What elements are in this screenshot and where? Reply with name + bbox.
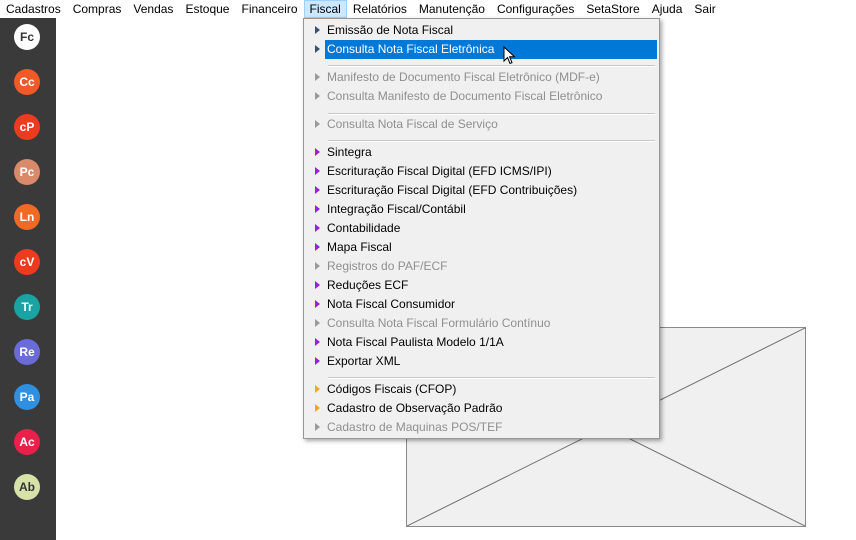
shortcut-sidebar: Fc Cc cP Pc Ln cV Tr Re Pa Ac Ab [0,18,56,540]
menu-ajuda[interactable]: Ajuda [646,0,689,18]
arrow-purple-icon [315,262,320,270]
menu-separator [328,377,655,379]
menu-item-exportar-xml[interactable]: Exportar XML [307,352,657,371]
arrow-purple-icon [315,281,320,289]
menu-item-label: Reduções ECF [327,278,409,292]
menu-item-codigos-fiscais-cfop[interactable]: Códigos Fiscais (CFOP) [307,380,657,399]
shortcut-button-pa[interactable]: Pa [14,384,40,410]
menu-item-label: Códigos Fiscais (CFOP) [327,382,457,396]
menu-item-label: Consulta Nota Fiscal Formulário Contínuo [327,316,551,330]
arrow-gray-icon [315,92,320,100]
arrow-gray-icon [315,73,320,81]
menu-item-label: Manifesto de Documento Fiscal Eletrônico… [327,70,600,84]
menu-item-manifesto-de-documento-fiscal-eletronico-mdf-e: Manifesto de Documento Fiscal Eletrônico… [307,68,657,87]
menu-item-nota-fiscal-consumidor[interactable]: Nota Fiscal Consumidor [307,295,657,314]
arrow-purple-icon [315,148,320,156]
menu-item-sintegra[interactable]: Sintegra [307,143,657,162]
arrow-orange-icon [315,404,320,412]
menu-vendas[interactable]: Vendas [127,0,179,18]
menu-separator [328,140,655,142]
menu-item-integracao-fiscal-contabil[interactable]: Integração Fiscal/Contábil [307,200,657,219]
menu-item-registros-do-paf-ecf: Registros do PAF/ECF [307,257,657,276]
menu-item-label: Escrituração Fiscal Digital (EFD ICMS/IP… [327,164,552,178]
menu-item-label: Consulta Nota Fiscal Eletrônica [327,42,495,56]
menu-item-label: Nota Fiscal Consumidor [327,297,456,311]
menu-item-label: Integração Fiscal/Contábil [327,202,466,216]
menu-sair[interactable]: Sair [688,0,721,18]
arrow-purple-icon [315,300,320,308]
menu-financeiro[interactable]: Financeiro [235,0,303,18]
menu-item-consulta-manifesto-de-documento-fiscal-eletronico: Consulta Manifesto de Documento Fiscal E… [307,87,657,106]
fiscal-dropdown-menu: Emissão de Nota Fiscal Consulta Nota Fisc… [303,18,660,439]
menu-manutencao[interactable]: Manutenção [413,0,491,18]
menu-cadastros[interactable]: Cadastros [0,0,67,18]
menu-item-label: Exportar XML [327,354,401,368]
menu-item-reducoes-ecf[interactable]: Reduções ECF [307,276,657,295]
menu-item-label: Registros do PAF/ECF [327,259,448,273]
arrow-gray-icon [315,319,320,327]
shortcut-button-ln[interactable]: Ln [14,204,40,230]
menu-item-cadastro-de-observacao-padrao[interactable]: Cadastro de Observação Padrão [307,399,657,418]
menu-compras[interactable]: Compras [67,0,128,18]
menu-item-contabilidade[interactable]: Contabilidade [307,219,657,238]
menu-item-cadastro-de-maquinas-pos-tef: Cadastro de Maquinas POS/TEF [307,418,657,437]
shortcut-button-ac[interactable]: Ac [14,429,40,455]
menu-item-mapa-fiscal[interactable]: Mapa Fiscal [307,238,657,257]
arrow-gray-icon [315,120,320,128]
arrow-blue-icon [315,45,320,53]
menu-configuracoes[interactable]: Configurações [491,0,580,18]
menu-item-label: Mapa Fiscal [327,240,392,254]
arrow-purple-icon [315,357,320,365]
arrow-purple-icon [315,186,320,194]
menu-item-label: Cadastro de Observação Padrão [327,401,503,415]
menu-item-nota-fiscal-paulista-modelo-1-1a[interactable]: Nota Fiscal Paulista Modelo 1/1A [307,333,657,352]
shortcut-button-pc[interactable]: Pc [14,159,40,185]
menu-item-emissao-de-nota-fiscal[interactable]: Emissão de Nota Fiscal [307,21,657,40]
arrow-purple-icon [315,224,320,232]
shortcut-button-cv[interactable]: cV [14,249,40,275]
menu-item-label: Sintegra [327,145,372,159]
shortcut-button-re[interactable]: Re [14,339,40,365]
shortcut-button-ab[interactable]: Ab [14,474,40,500]
menu-item-escrituracao-fiscal-digital-efd-icms-ipi[interactable]: Escrituração Fiscal Digital (EFD ICMS/IP… [307,162,657,181]
arrow-purple-icon [315,243,320,251]
menu-bar: Cadastros Compras Vendas Estoque Finance… [0,0,856,18]
shortcut-button-fc[interactable]: Fc [14,24,40,50]
mouse-cursor-icon [503,46,516,65]
menu-estoque[interactable]: Estoque [179,0,235,18]
shortcut-button-cc[interactable]: Cc [14,69,40,95]
menu-item-label: Consulta Manifesto de Documento Fiscal E… [327,89,603,103]
menu-item-label: Consulta Nota Fiscal de Serviço [327,117,498,131]
arrow-purple-icon [315,167,320,175]
menu-separator [328,65,655,67]
arrow-gray-icon [315,423,320,431]
arrow-orange-icon [315,385,320,393]
menu-setastore[interactable]: SetaStore [580,0,645,18]
shortcut-button-cp[interactable]: cP [14,114,40,140]
menu-item-consulta-nota-fiscal-eletronica[interactable]: Consulta Nota Fiscal Eletrônica [315,40,657,59]
menu-item-label: Escrituração Fiscal Digital (EFD Contrib… [327,183,578,197]
menu-relatorios[interactable]: Relatórios [347,0,413,18]
menu-item-escrituracao-fiscal-digital-efd-contribuicoes[interactable]: Escrituração Fiscal Digital (EFD Contrib… [307,181,657,200]
arrow-purple-icon [315,205,320,213]
arrow-purple-icon [315,338,320,346]
menu-item-consulta-nota-fiscal-de-servico: Consulta Nota Fiscal de Serviço [307,115,657,134]
arrow-blue-icon [315,26,320,34]
menu-item-label: Cadastro de Maquinas POS/TEF [327,420,503,434]
shortcut-button-tr[interactable]: Tr [14,294,40,320]
menu-item-consulta-nota-fiscal-formulario-continuo: Consulta Nota Fiscal Formulário Contínuo [307,314,657,333]
menu-item-label: Emissão de Nota Fiscal [327,23,454,37]
menu-item-label: Nota Fiscal Paulista Modelo 1/1A [327,335,504,349]
menu-item-label: Contabilidade [327,221,401,235]
menu-fiscal[interactable]: Fiscal [303,0,347,18]
